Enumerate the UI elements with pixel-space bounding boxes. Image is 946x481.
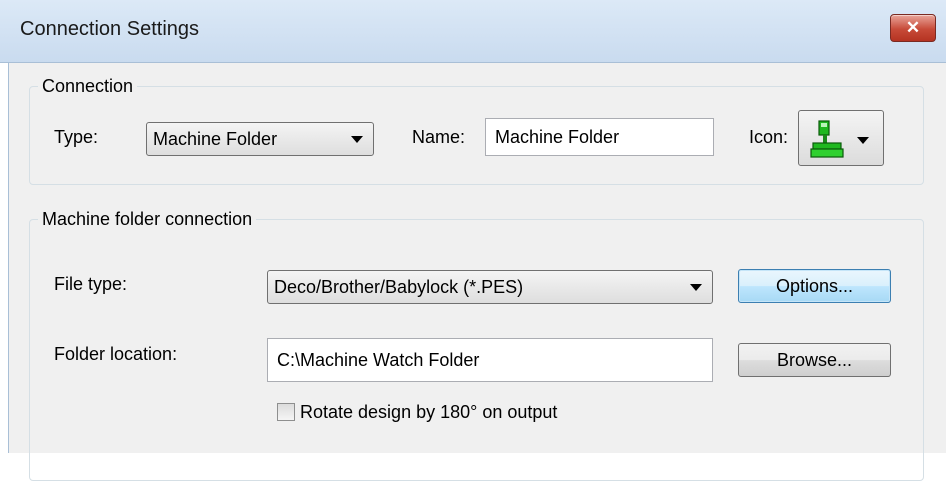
folder-location-value: C:\Machine Watch Folder: [277, 349, 480, 370]
chevron-down-icon: [690, 284, 702, 291]
dialog-client-area: Connection Type: Machine Folder Name: Ma…: [8, 63, 946, 481]
machine-folder-group: Machine folder connection File type: Dec…: [29, 209, 924, 481]
file-type-label: File type:: [54, 274, 128, 294]
connection-group-label: Connection: [38, 76, 138, 97]
title-bar: Connection Settings ✕: [0, 0, 946, 63]
name-label: Name:: [412, 127, 466, 147]
browse-button-label: Browse...: [776, 349, 853, 370]
type-label: Type:: [54, 127, 99, 147]
options-button-label: Options...: [775, 275, 854, 296]
close-button[interactable]: ✕: [890, 14, 936, 42]
window-title: Connection Settings: [20, 18, 200, 40]
rotate-checkbox[interactable]: [277, 403, 295, 421]
icon-picker-button[interactable]: [798, 110, 884, 166]
close-icon: ✕: [905, 18, 921, 37]
type-combobox[interactable]: Machine Folder: [146, 122, 374, 156]
name-field[interactable]: Machine Folder: [485, 118, 714, 156]
browse-button[interactable]: Browse...: [738, 343, 891, 377]
chevron-down-icon: [351, 136, 363, 143]
options-button[interactable]: Options...: [738, 269, 891, 303]
icon-label: Icon:: [749, 127, 789, 147]
name-field-value: Machine Folder: [495, 126, 620, 147]
rotate-checkbox-label[interactable]: Rotate design by 180° on output: [300, 402, 557, 423]
file-type-combobox[interactable]: Deco/Brother/Babylock (*.PES): [267, 270, 713, 304]
machine-folder-group-label: Machine folder connection: [38, 209, 257, 230]
connection-group: Connection Type: Machine Folder Name: Ma…: [29, 76, 924, 185]
folder-location-label: Folder location:: [54, 344, 178, 364]
folder-location-field[interactable]: C:\Machine Watch Folder: [267, 338, 713, 382]
type-combobox-value: Machine Folder: [153, 128, 278, 149]
chevron-down-icon: [857, 137, 869, 144]
file-type-combobox-value: Deco/Brother/Babylock (*.PES): [274, 276, 524, 297]
embroidery-machine-icon: [810, 120, 844, 158]
